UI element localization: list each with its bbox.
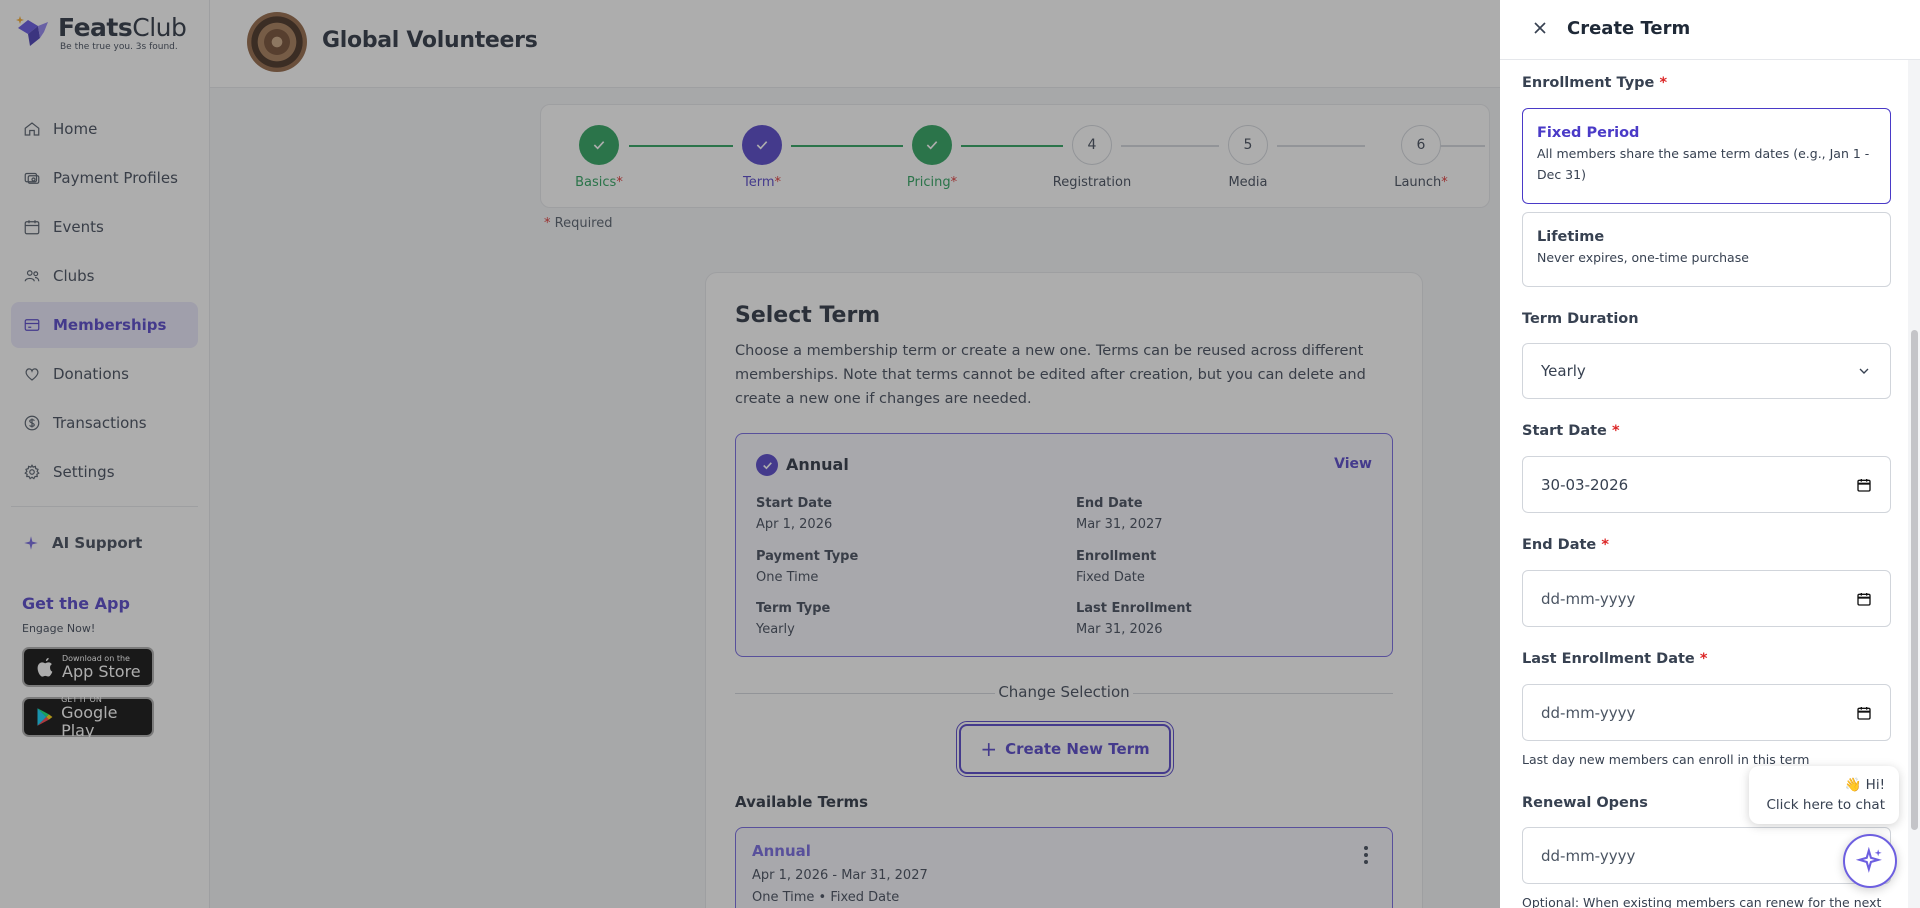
chat-greeting-bubble[interactable]: 👋 Hi! Click here to chat — [1749, 766, 1899, 824]
last-enrollment-placeholder: dd-mm-yyyy — [1541, 703, 1636, 722]
last-enrollment-date-input[interactable]: dd-mm-yyyy — [1522, 684, 1891, 741]
term-duration-label: Term Duration — [1522, 311, 1639, 327]
start-date-label: Start Date * — [1522, 423, 1620, 439]
start-date-value: 30-03-2026 — [1541, 475, 1629, 494]
modal-backdrop[interactable] — [0, 0, 1500, 908]
chat-greeting: 👋 Hi! — [1844, 777, 1885, 793]
option-title: Fixed Period — [1537, 125, 1640, 141]
chat-button[interactable] — [1843, 834, 1897, 888]
chevron-down-icon — [1859, 368, 1869, 374]
end-date-label: End Date * — [1522, 537, 1609, 553]
calendar-icon[interactable] — [1856, 591, 1872, 607]
chat-cta: Click here to chat — [1766, 797, 1885, 813]
sparkle-icon — [1856, 847, 1882, 873]
panel-title: Create Term — [1567, 18, 1691, 39]
panel-header: Create Term — [1500, 0, 1920, 60]
enrollment-option-lifetime[interactable]: Lifetime Never expires, one-time purchas… — [1522, 212, 1891, 287]
calendar-icon[interactable] — [1856, 477, 1872, 493]
enrollment-option-fixed-period[interactable]: Fixed Period All members share the same … — [1522, 108, 1891, 204]
end-date-input[interactable]: dd-mm-yyyy — [1522, 570, 1891, 627]
renewal-opens-label: Renewal Opens — [1522, 795, 1648, 811]
option-title: Lifetime — [1537, 229, 1605, 245]
close-icon[interactable] — [1530, 18, 1550, 38]
term-duration-value: Yearly — [1541, 362, 1586, 380]
renewal-placeholder: dd-mm-yyyy — [1541, 846, 1636, 865]
option-description: Never expires, one-time purchase — [1537, 250, 1749, 265]
last-enrollment-date-label: Last Enrollment Date * — [1522, 651, 1708, 667]
start-date-input[interactable]: 30-03-2026 — [1522, 456, 1891, 513]
scrollbar-thumb[interactable] — [1911, 330, 1918, 830]
enrollment-type-label: Enrollment Type * — [1522, 75, 1668, 91]
option-description: All members share the same term dates (e… — [1537, 146, 1870, 182]
renewal-opens-input[interactable]: dd-mm-yyyy — [1522, 827, 1891, 884]
term-duration-select[interactable]: Yearly — [1522, 343, 1891, 399]
calendar-icon[interactable] — [1856, 705, 1872, 721]
last-enrollment-hint: Last day new members can enroll in this … — [1522, 752, 1810, 767]
end-date-placeholder: dd-mm-yyyy — [1541, 589, 1636, 608]
renewal-hint: Optional: When existing members can rene… — [1522, 895, 1882, 908]
